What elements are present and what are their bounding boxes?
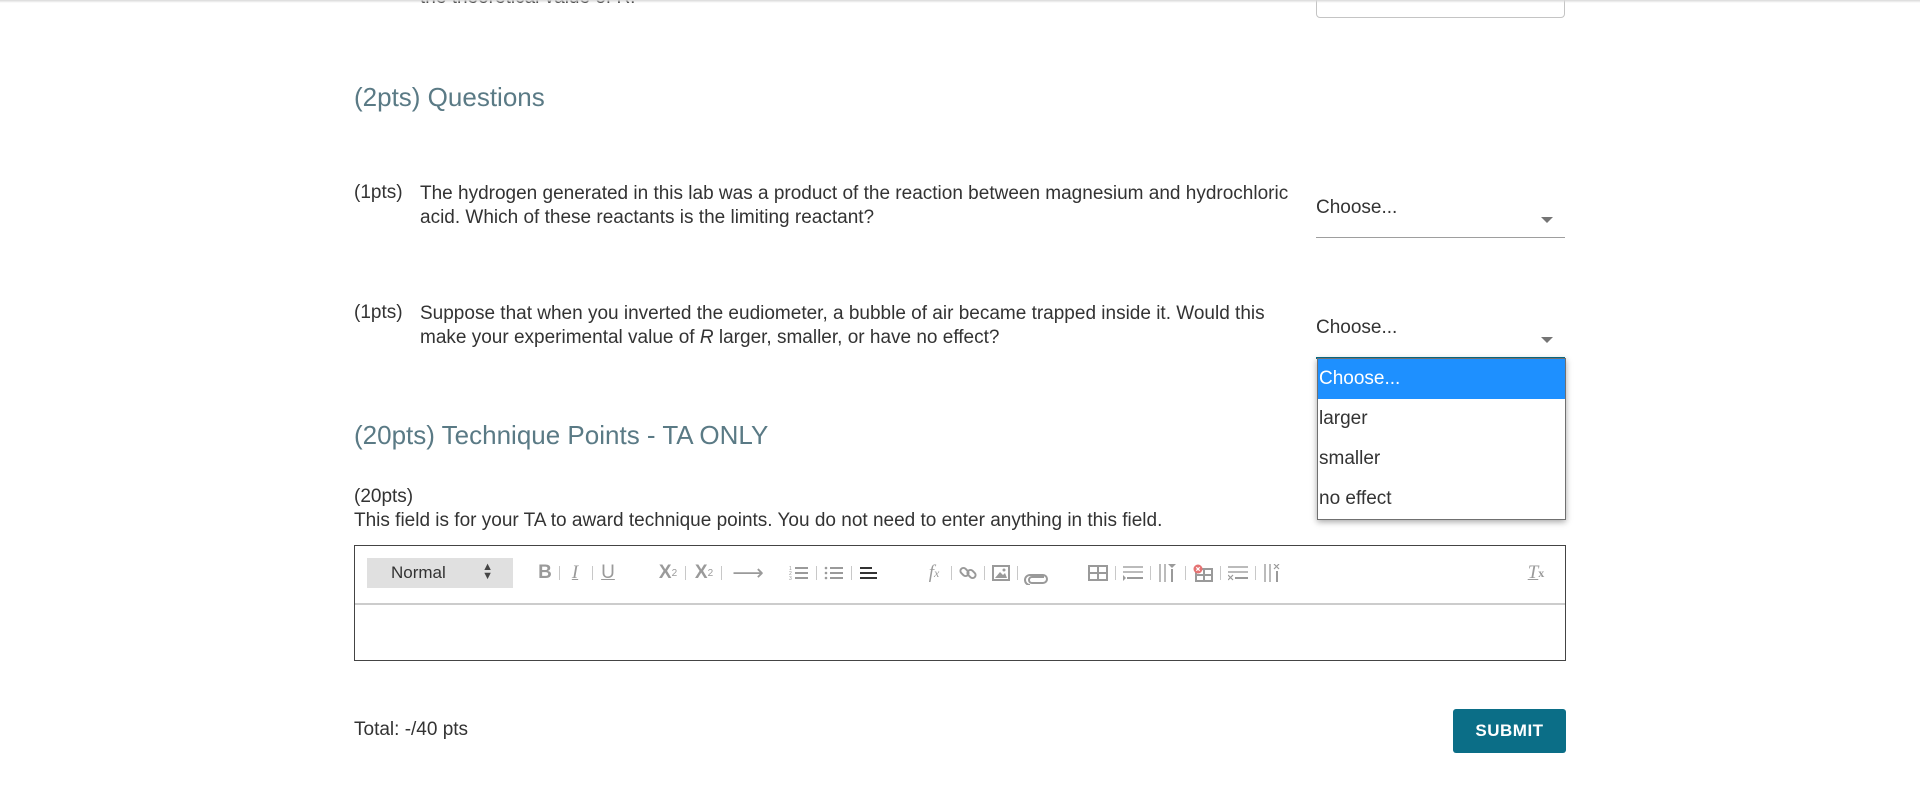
- table-icon[interactable]: [1086, 560, 1110, 586]
- superscript-icon[interactable]: X2: [691, 560, 717, 586]
- toolbar-separator: [721, 566, 722, 580]
- toolbar-separator: [984, 566, 985, 580]
- toolbar-separator: [1115, 566, 1116, 580]
- submit-button[interactable]: SUBMIT: [1453, 709, 1566, 753]
- rich-text-editor: Normal ▲ ▼ B I U X2 X2 ⟶ 123 fx T x: [354, 545, 1566, 661]
- dropdown-option-choose[interactable]: Choose...: [1318, 359, 1565, 399]
- chevron-down-icon: [1541, 217, 1553, 223]
- questions-section-title: (2pts) Questions: [354, 82, 545, 112]
- question-2-text-part: larger, smaller, or have no effect?: [713, 327, 1000, 348]
- question-1-text: The hydrogen generated in this lab was a…: [420, 183, 1289, 228]
- toolbar-separator: [816, 566, 817, 580]
- question-2-select-value: Choose...: [1316, 317, 1398, 338]
- delete-row-icon[interactable]: [1226, 560, 1250, 586]
- question-2-text: Suppose that when you inverted the eudio…: [420, 302, 1300, 350]
- question-1-select[interactable]: Choose...: [1316, 197, 1565, 238]
- question-1-select-value: Choose...: [1316, 197, 1398, 218]
- editor-toolbar: Normal ▲ ▼ B I U X2 X2 ⟶ 123 fx T x: [355, 546, 1565, 605]
- svg-text:3: 3: [789, 576, 792, 581]
- formula-icon[interactable]: fx: [921, 560, 947, 586]
- bullet-list-icon[interactable]: [822, 560, 846, 586]
- underline-icon[interactable]: U: [598, 560, 618, 586]
- delete-table-icon[interactable]: [1191, 560, 1215, 586]
- subscript-icon[interactable]: X2: [655, 560, 681, 586]
- image-icon[interactable]: [990, 560, 1012, 586]
- question-2-select[interactable]: Choose...: [1316, 317, 1565, 359]
- chevron-down-icon: [1541, 337, 1553, 343]
- top-bar-shadow: [0, 0, 1920, 3]
- format-select[interactable]: Normal ▲ ▼: [367, 558, 513, 588]
- dropdown-option-larger[interactable]: larger: [1318, 399, 1565, 439]
- question-2-variable: R: [699, 327, 714, 348]
- toolbar-separator: [1017, 566, 1018, 580]
- link-icon[interactable]: [957, 560, 979, 586]
- total-score: Total: -/40 pts: [354, 719, 469, 740]
- editor-content-area[interactable]: [355, 605, 1565, 660]
- toolbar-separator: [559, 566, 560, 580]
- toolbar-separator: [1220, 566, 1221, 580]
- attachment-icon[interactable]: [1023, 566, 1049, 592]
- italic-icon[interactable]: I: [565, 560, 585, 586]
- ordered-list-icon[interactable]: 123: [787, 560, 811, 586]
- dropdown-option-smaller[interactable]: smaller: [1318, 439, 1565, 479]
- insert-row-icon[interactable]: [1121, 560, 1145, 586]
- align-icon[interactable]: [857, 560, 881, 586]
- question-2-dropdown-list: Choose... larger smaller no effect: [1317, 358, 1566, 520]
- technique-section-title: (20pts) Technique Points - TA ONLY: [354, 420, 769, 450]
- toolbar-separator: [851, 566, 852, 580]
- arrow-icon[interactable]: ⟶: [731, 560, 765, 586]
- question-2-points: (1pts): [354, 302, 403, 323]
- technique-description: This field is for your TA to award techn…: [354, 510, 1163, 531]
- updown-arrows-icon: ▲ ▼: [482, 561, 493, 582]
- format-select-value: Normal: [391, 563, 446, 582]
- question-1-points: (1pts): [354, 182, 403, 203]
- delete-column-icon[interactable]: [1261, 560, 1285, 586]
- toolbar-separator: [685, 566, 686, 580]
- toolbar-separator: [951, 566, 952, 580]
- toolbar-separator: [1255, 566, 1256, 580]
- toolbar-separator: [1185, 566, 1186, 580]
- technique-points-label: (20pts): [354, 486, 414, 507]
- dropdown-option-no-effect[interactable]: no effect: [1318, 479, 1565, 519]
- insert-column-icon[interactable]: [1156, 560, 1180, 586]
- toolbar-separator: [592, 566, 593, 580]
- toolbar-separator: [1150, 566, 1151, 580]
- clear-formatting-icon[interactable]: Tx: [1523, 560, 1549, 586]
- bold-icon[interactable]: B: [535, 560, 555, 586]
